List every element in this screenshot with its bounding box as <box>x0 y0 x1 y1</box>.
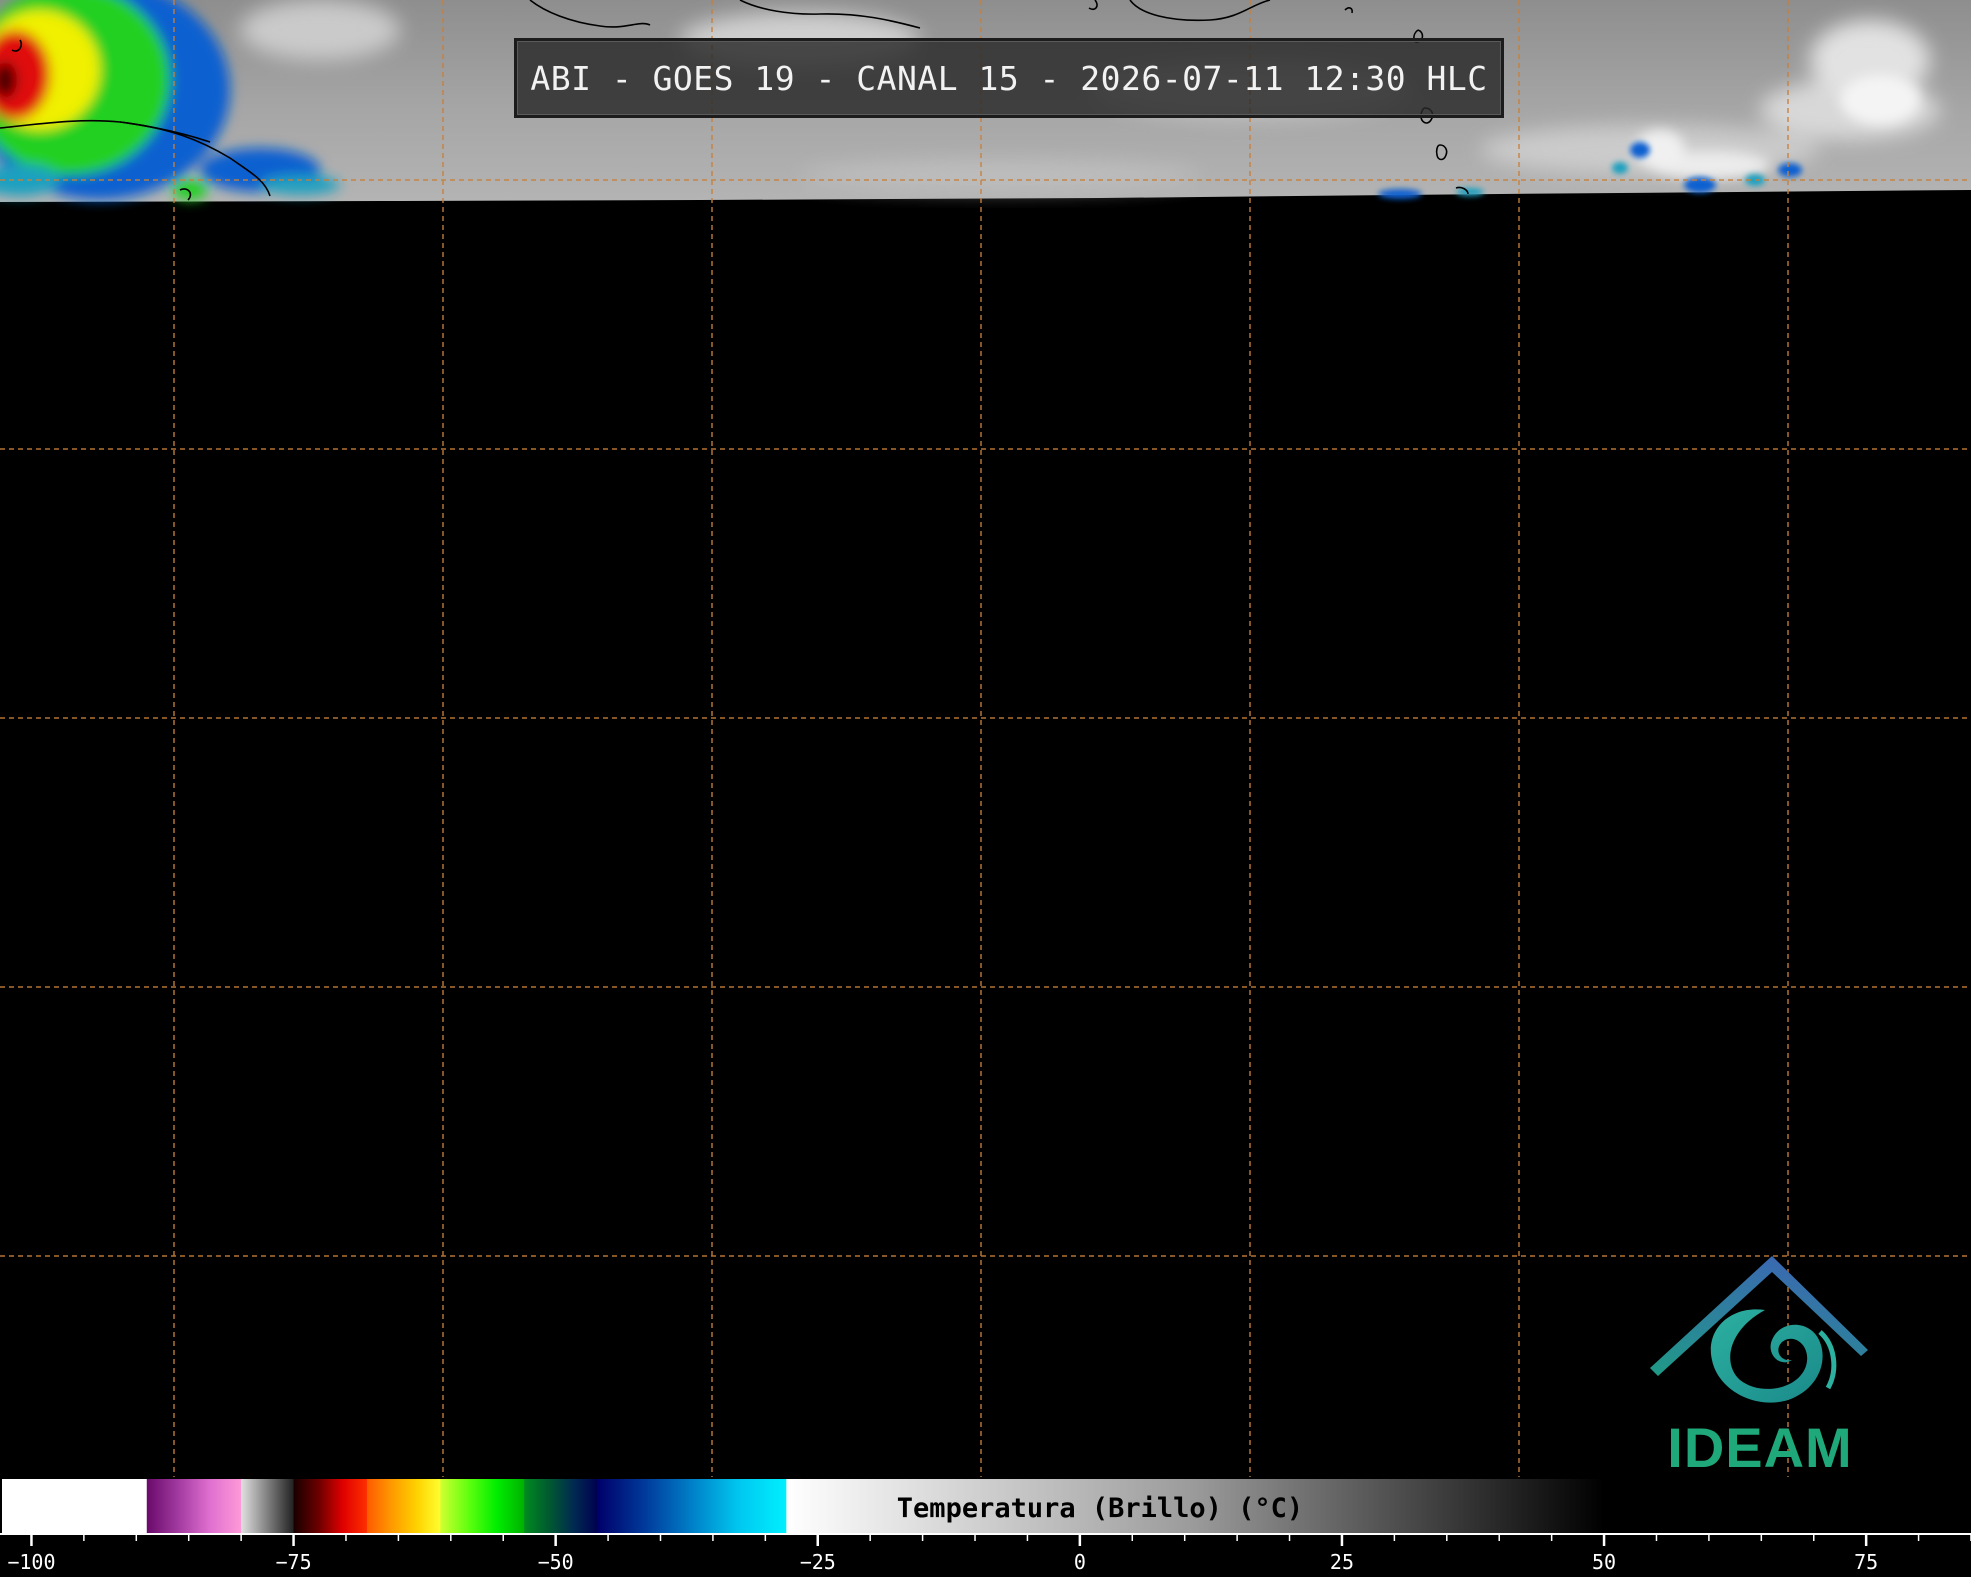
colorbar-segment <box>1604 1478 1971 1534</box>
colorbar-segment <box>597 1478 787 1534</box>
colorbar-segment <box>366 1478 441 1534</box>
colorbar-segment <box>0 1478 148 1534</box>
colorbar-segment <box>786 1478 1605 1534</box>
colorbar-segment <box>440 1478 525 1534</box>
ideam-spiral-roof-icon <box>1650 1256 1868 1403</box>
colorbar-tick-label: 75 <box>1854 1550 1879 1574</box>
colorbar-tick-label: −25 <box>799 1550 836 1574</box>
colorbar-tick-label: 0 <box>1073 1550 1086 1574</box>
colorbar-segment <box>241 1478 295 1534</box>
colorbar-segment <box>524 1478 599 1534</box>
colorbar-tick-label: −100 <box>7 1550 56 1574</box>
colorbar-segment <box>146 1478 242 1534</box>
colorbar-segment <box>293 1478 368 1534</box>
colorbar-tick-label: 50 <box>1592 1550 1617 1574</box>
colorbar <box>0 1477 1971 1535</box>
ideam-wordmark: IDEAM <box>1667 1416 1853 1479</box>
satellite-viewer: ABI - GOES 19 - CANAL 15 - 2026-07-11 12… <box>0 0 1971 1577</box>
ideam-logo: IDEAM <box>1640 1250 1880 1479</box>
image-title: ABI - GOES 19 - CANAL 15 - 2026-07-11 12… <box>514 38 1504 118</box>
colorbar-tick-label: −50 <box>537 1550 574 1574</box>
colorbar-tick-label: −75 <box>275 1550 312 1574</box>
colorbar-tick-label: 25 <box>1329 1550 1354 1574</box>
